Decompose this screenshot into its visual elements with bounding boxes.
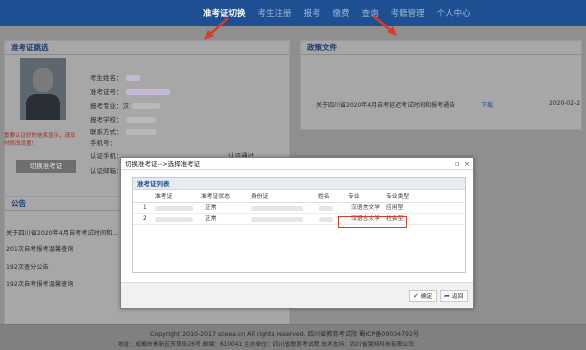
select-ticket-dialog: 切换准考证-->选择准考证 ▫ × 准考证列表 准考证 准考证状态 身份证 姓名… (120, 157, 474, 309)
ticket-list-panel: 准考证列表 准考证 准考证状态 身份证 姓名 专业 专业类型 1 正常 汉语言文… (132, 177, 467, 273)
info-major: 报考专业：汉 (90, 100, 160, 110)
blurred-id (251, 217, 303, 222)
col-type: 专业类型 (386, 194, 410, 200)
ticket-table: 准考证 准考证状态 身份证 姓名 专业 专业类型 1 正常 汉语言文学 应用型 … (133, 192, 467, 225)
info-ticket-no: 准考证号： (90, 86, 170, 96)
confirm-button[interactable]: ✔ 确定 (409, 290, 438, 302)
info-auth-email: 认证邮箱： (90, 167, 123, 175)
dialog-title: 切换准考证-->选择准考证 (125, 160, 201, 168)
ticket-panel-title: 准考证跳选 (5, 41, 289, 55)
info-name: 考生姓名： (90, 72, 140, 82)
policy-file-title[interactable]: 关于四川省2020年4月自考延迟考试时间和报考通告 (316, 100, 455, 109)
policy-file-date: 2020-02-2 (549, 100, 581, 107)
info-phone: 手机号： (90, 139, 116, 147)
row-type: 应用型 (386, 205, 404, 211)
notice-item[interactable]: 192次查分公告 (6, 262, 49, 271)
top-nav: 准考证切换 考生注册 报考 缴费 查询 考籍管理 个人中心 (0, 0, 586, 26)
info-auth-phone: 认证手机： (90, 152, 123, 160)
blurred-id (251, 206, 303, 211)
policy-download-link[interactable]: 下载 (481, 100, 493, 109)
dialog-footer: ✔ 确定 ➦ 返回 (121, 282, 473, 308)
warning-text: 重要认证好的信息显示，请及时修改设置！ (4, 133, 76, 147)
col-major: 专业 (348, 194, 360, 200)
nav-item-register[interactable]: 考生注册 (258, 7, 292, 19)
blurred-value (132, 103, 160, 109)
row-major: 汉语言文学 (351, 205, 380, 211)
notice-item[interactable]: 192次自考报考温馨查询 (6, 279, 74, 288)
dialog-title-bar: 切换准考证-->选择准考证 ▫ × (121, 158, 473, 170)
annotation-arrow-left (204, 17, 229, 40)
blurred-value (125, 89, 170, 95)
blurred-ticket-no (155, 217, 193, 222)
ticket-list-title: 准考证列表 (133, 178, 465, 190)
blurred-name (319, 206, 333, 211)
col-status: 准考证状态 (201, 194, 230, 200)
nav-item-apply[interactable]: 报考 (304, 7, 321, 19)
notice-item[interactable]: 关于四川省2020年4月自考考试时间和... (6, 228, 118, 237)
policy-panel-title: 政策文件 (301, 41, 581, 55)
back-label: 返回 (451, 294, 464, 300)
close-icon[interactable]: × (464, 158, 470, 170)
row-status: 正常 (205, 205, 217, 211)
info-contact: 联系方式： (90, 126, 156, 136)
row-index: 2 (143, 216, 147, 222)
blurred-ticket-no (155, 206, 193, 211)
nav-item-profile[interactable]: 个人中心 (437, 7, 471, 19)
photo-head (33, 68, 53, 92)
annotation-arrow-right (372, 15, 397, 36)
col-name: 姓名 (318, 194, 330, 200)
candidate-photo (20, 58, 66, 120)
footer-copyright: Copyright 2010-2017 sceea.cn All rights … (150, 331, 420, 338)
photo-body (26, 94, 60, 120)
col-ticket: 准考证 (155, 194, 173, 200)
nav-item-payment[interactable]: 缴费 (333, 7, 350, 19)
row-status: 正常 (205, 216, 217, 222)
switch-ticket-button[interactable]: 切换准考证 (16, 160, 76, 173)
row-index: 1 (143, 205, 147, 211)
check-icon: ✔ (413, 292, 419, 300)
restore-icon[interactable]: ▫ (455, 158, 460, 170)
footer-address: 地址：成都市青新区芳草街26号 邮编：610041 主办单位：四川省教育考试院 … (118, 342, 414, 348)
col-id: 身份证 (251, 194, 269, 200)
back-button[interactable]: ➦ 返回 (440, 290, 469, 302)
table-header: 准考证 准考证状态 身份证 姓名 专业 专业类型 (133, 192, 467, 203)
blurred-value (125, 129, 156, 135)
nav-menu: 准考证切换 考生注册 报考 缴费 查询 考籍管理 个人中心 (203, 0, 471, 26)
return-arrow-icon: ➦ (444, 292, 450, 300)
blurred-value (125, 117, 156, 123)
confirm-label: 确定 (420, 294, 433, 300)
blurred-value (125, 75, 140, 81)
highlight-box (338, 216, 407, 228)
table-row[interactable]: 2 正常 汉语言文学 社会型 (133, 214, 467, 225)
table-row[interactable]: 1 正常 汉语言文学 应用型 (133, 203, 467, 214)
footer: Copyright 2010-2017 sceea.cn All rights … (0, 324, 586, 350)
info-school: 报考学校： (90, 114, 156, 124)
notice-item[interactable]: 201次自考报考温馨查询 (6, 244, 74, 253)
policy-panel: 政策文件 (300, 40, 582, 130)
blurred-name (319, 217, 333, 222)
